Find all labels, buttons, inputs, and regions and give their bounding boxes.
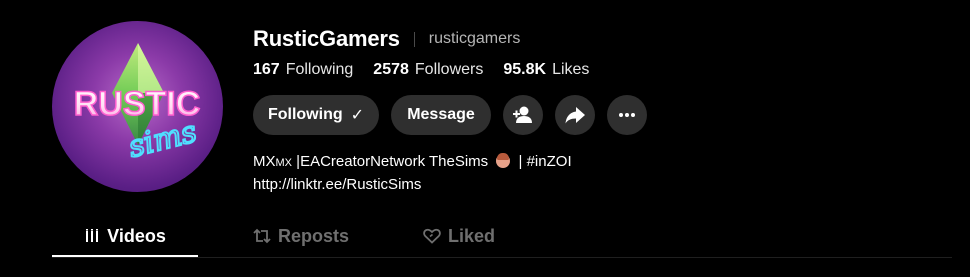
stats-row: 167 Following 2578 Followers 95.8K Likes bbox=[253, 61, 609, 79]
following-button[interactable]: Following ✓ bbox=[253, 95, 379, 135]
share-icon bbox=[565, 107, 585, 124]
likes-stat: 95.8K Likes bbox=[503, 61, 589, 79]
more-icon bbox=[619, 113, 635, 117]
heart-outline-icon bbox=[423, 228, 441, 244]
tab-liked-label: Liked bbox=[447, 225, 495, 246]
user-handle: rusticgamers bbox=[428, 30, 521, 47]
followers-stat[interactable]: 2578 Followers bbox=[373, 61, 483, 79]
following-stat[interactable]: 167 Following bbox=[253, 61, 353, 79]
message-button[interactable]: Message bbox=[391, 95, 491, 135]
check-icon: ✓ bbox=[350, 107, 365, 124]
profile-tabs: Videos Reposts Liked bbox=[52, 222, 532, 250]
tab-reposts-label: Reposts bbox=[277, 225, 349, 246]
add-friend-icon bbox=[513, 106, 532, 123]
avatar-logo: RUSTIC sims bbox=[73, 43, 201, 166]
followers-count: 2578 bbox=[373, 61, 409, 78]
bio-country: MX bbox=[253, 153, 276, 170]
likes-count: 95.8K bbox=[503, 61, 547, 78]
add-friend-button[interactable] bbox=[503, 95, 543, 135]
repost-icon bbox=[253, 228, 271, 244]
avatar[interactable]: RUSTIC sims bbox=[52, 21, 223, 192]
display-name: RusticGamers bbox=[253, 26, 400, 51]
following-button-label: Following bbox=[267, 106, 343, 123]
more-options-button[interactable] bbox=[607, 95, 647, 135]
message-button-label: Message bbox=[407, 106, 475, 123]
tab-reposts[interactable]: Reposts bbox=[228, 222, 374, 250]
tab-videos-label: Videos bbox=[107, 225, 166, 246]
share-button[interactable] bbox=[555, 95, 595, 135]
tab-liked[interactable]: Liked bbox=[386, 222, 532, 250]
bio-line-1: MXMX |EACreatorNetwork TheSims | #inZOI bbox=[253, 151, 572, 174]
bio-creator-text: |EACreatorNetwork TheSims bbox=[292, 153, 493, 170]
tab-videos[interactable]: Videos bbox=[52, 222, 198, 250]
bio-flag-text: MX bbox=[275, 157, 293, 169]
active-tab-indicator bbox=[52, 255, 198, 257]
followers-label: Followers bbox=[414, 61, 484, 78]
following-label: Following bbox=[285, 61, 354, 78]
following-count: 167 bbox=[253, 61, 280, 78]
likes-label: Likes bbox=[552, 61, 590, 78]
actions-row: Following ✓ Message bbox=[253, 95, 659, 135]
bio-link[interactable]: http://linktr.ee/RusticSims bbox=[253, 174, 572, 195]
username-row: RusticGamers rusticgamers bbox=[253, 26, 520, 52]
grid-lines-icon bbox=[84, 228, 100, 244]
woman-emoji-icon bbox=[496, 153, 511, 168]
bio-hashtag-text: | #inZOI bbox=[514, 153, 572, 170]
name-divider bbox=[413, 31, 415, 47]
tabs-divider bbox=[52, 257, 952, 258]
bio: MXMX |EACreatorNetwork TheSims | #inZOI … bbox=[253, 151, 572, 195]
